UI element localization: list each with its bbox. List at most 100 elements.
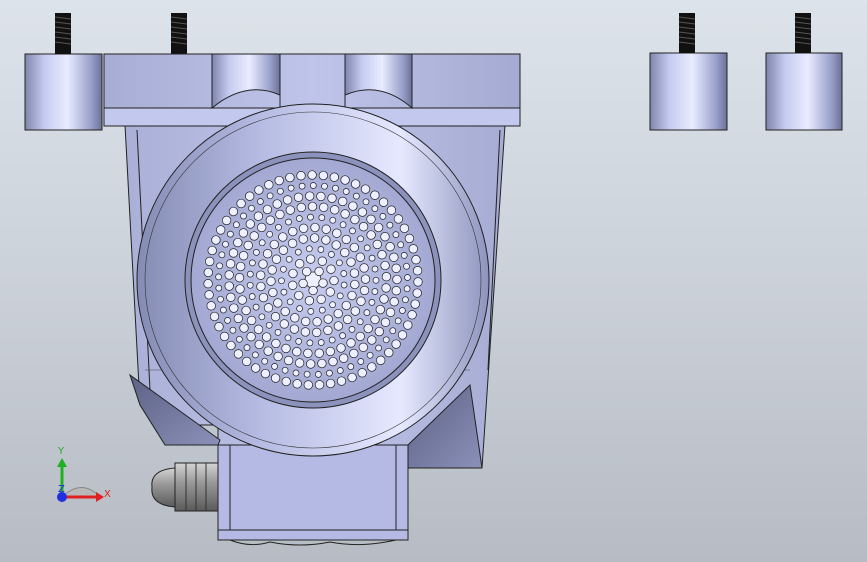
vent-hole xyxy=(204,290,214,300)
vent-hole xyxy=(246,270,254,278)
vent-hole xyxy=(273,351,283,362)
terminal-box[interactable] xyxy=(217,444,409,546)
vent-hole xyxy=(285,255,293,263)
vent-hole xyxy=(348,326,356,333)
stud-mount-right-1[interactable] xyxy=(649,13,728,131)
cable-gland[interactable] xyxy=(151,462,219,512)
vent-hole xyxy=(347,372,357,383)
vent-hole xyxy=(411,255,421,265)
vent-hole xyxy=(381,272,392,282)
triad-x-label: X xyxy=(104,489,111,500)
vent-hole xyxy=(318,278,328,288)
cad-graphics-viewport[interactable]: X Y Z xyxy=(0,0,867,562)
vent-hole xyxy=(382,336,390,344)
vent-hole xyxy=(375,344,382,352)
vent-hole xyxy=(224,281,234,291)
vent-hole xyxy=(336,376,347,386)
vent-hole xyxy=(235,284,245,294)
vent-hole xyxy=(340,175,350,185)
vent-hole xyxy=(403,285,411,293)
vent-hole xyxy=(329,301,336,309)
vent-hole xyxy=(397,330,408,340)
vent-hole xyxy=(323,314,333,324)
vent-hole xyxy=(329,172,339,182)
vent-hole xyxy=(331,240,341,250)
threaded-bolt-left xyxy=(54,13,72,54)
vent-hole xyxy=(360,184,371,194)
stud-mount-left[interactable] xyxy=(24,13,103,131)
vent-hole xyxy=(245,219,255,229)
vent-hole xyxy=(233,237,243,248)
vent-hole xyxy=(292,369,300,377)
vent-hole xyxy=(370,314,380,325)
vent-hole xyxy=(278,277,285,285)
vent-hole xyxy=(402,296,409,304)
vent-hole xyxy=(399,307,406,314)
vent-hole xyxy=(239,323,249,333)
vent-hole xyxy=(249,259,256,267)
vent-hole xyxy=(275,223,282,231)
vent-hole xyxy=(355,331,365,342)
vent-hole xyxy=(408,244,418,254)
vent-hole xyxy=(403,320,413,330)
vent-hole xyxy=(340,209,350,219)
vent-hole xyxy=(252,303,260,311)
vent-hole xyxy=(346,338,356,348)
vent-hole xyxy=(263,346,273,356)
vent-hole xyxy=(281,343,291,354)
vent-hole xyxy=(227,230,234,238)
vent-hole xyxy=(262,249,273,259)
vent-hole xyxy=(240,212,247,220)
triad-y-arrow xyxy=(57,458,67,467)
vent-hole xyxy=(319,202,329,212)
vent-hole xyxy=(413,277,423,287)
vent-hole xyxy=(211,235,221,245)
vent-hole xyxy=(296,305,303,312)
vent-hole xyxy=(261,332,272,342)
vent-hole xyxy=(357,207,368,217)
vent-hole xyxy=(298,278,308,289)
vent-hole xyxy=(346,257,356,267)
vent-hole xyxy=(312,317,322,327)
vent-hole xyxy=(336,292,344,300)
vent-hole xyxy=(266,276,276,286)
vent-hole xyxy=(371,205,379,212)
vent-hole xyxy=(397,241,405,249)
vent-hole xyxy=(216,262,223,270)
vent-hole xyxy=(363,244,371,252)
vent-hole xyxy=(296,202,306,213)
vent-hole xyxy=(252,351,259,359)
vent-hole xyxy=(275,209,285,220)
vent-hole xyxy=(260,368,271,379)
vent-hole xyxy=(248,293,256,300)
vent-hole xyxy=(316,191,326,202)
vent-hole xyxy=(374,326,384,337)
vent-hole xyxy=(292,379,302,389)
vent-hole xyxy=(214,322,224,332)
vent-hole xyxy=(302,266,312,277)
vent-hole xyxy=(363,323,373,334)
vent-hole xyxy=(317,358,327,369)
vent-hole xyxy=(256,270,266,280)
vent-hole xyxy=(304,296,315,306)
vent-hole xyxy=(317,246,325,253)
vent-hole xyxy=(372,276,380,284)
vent-hole xyxy=(219,331,230,342)
vent-hole xyxy=(323,325,333,335)
stud-mount-right-2[interactable] xyxy=(765,13,843,131)
vent-hole xyxy=(340,270,348,277)
vent-hole xyxy=(271,254,282,264)
vent-hole xyxy=(399,223,410,233)
vent-hole xyxy=(279,319,289,329)
vent-hole xyxy=(339,353,349,363)
vent-hole xyxy=(281,376,291,387)
vent-hole xyxy=(372,239,382,250)
vent-hole xyxy=(385,307,396,317)
vent-hole xyxy=(292,347,302,357)
vent-hole xyxy=(298,234,308,244)
vent-hole xyxy=(380,260,390,271)
vent-hole xyxy=(341,300,351,311)
vent-hole xyxy=(243,240,253,251)
vent-hole xyxy=(233,313,243,324)
vent-hole xyxy=(391,339,401,349)
